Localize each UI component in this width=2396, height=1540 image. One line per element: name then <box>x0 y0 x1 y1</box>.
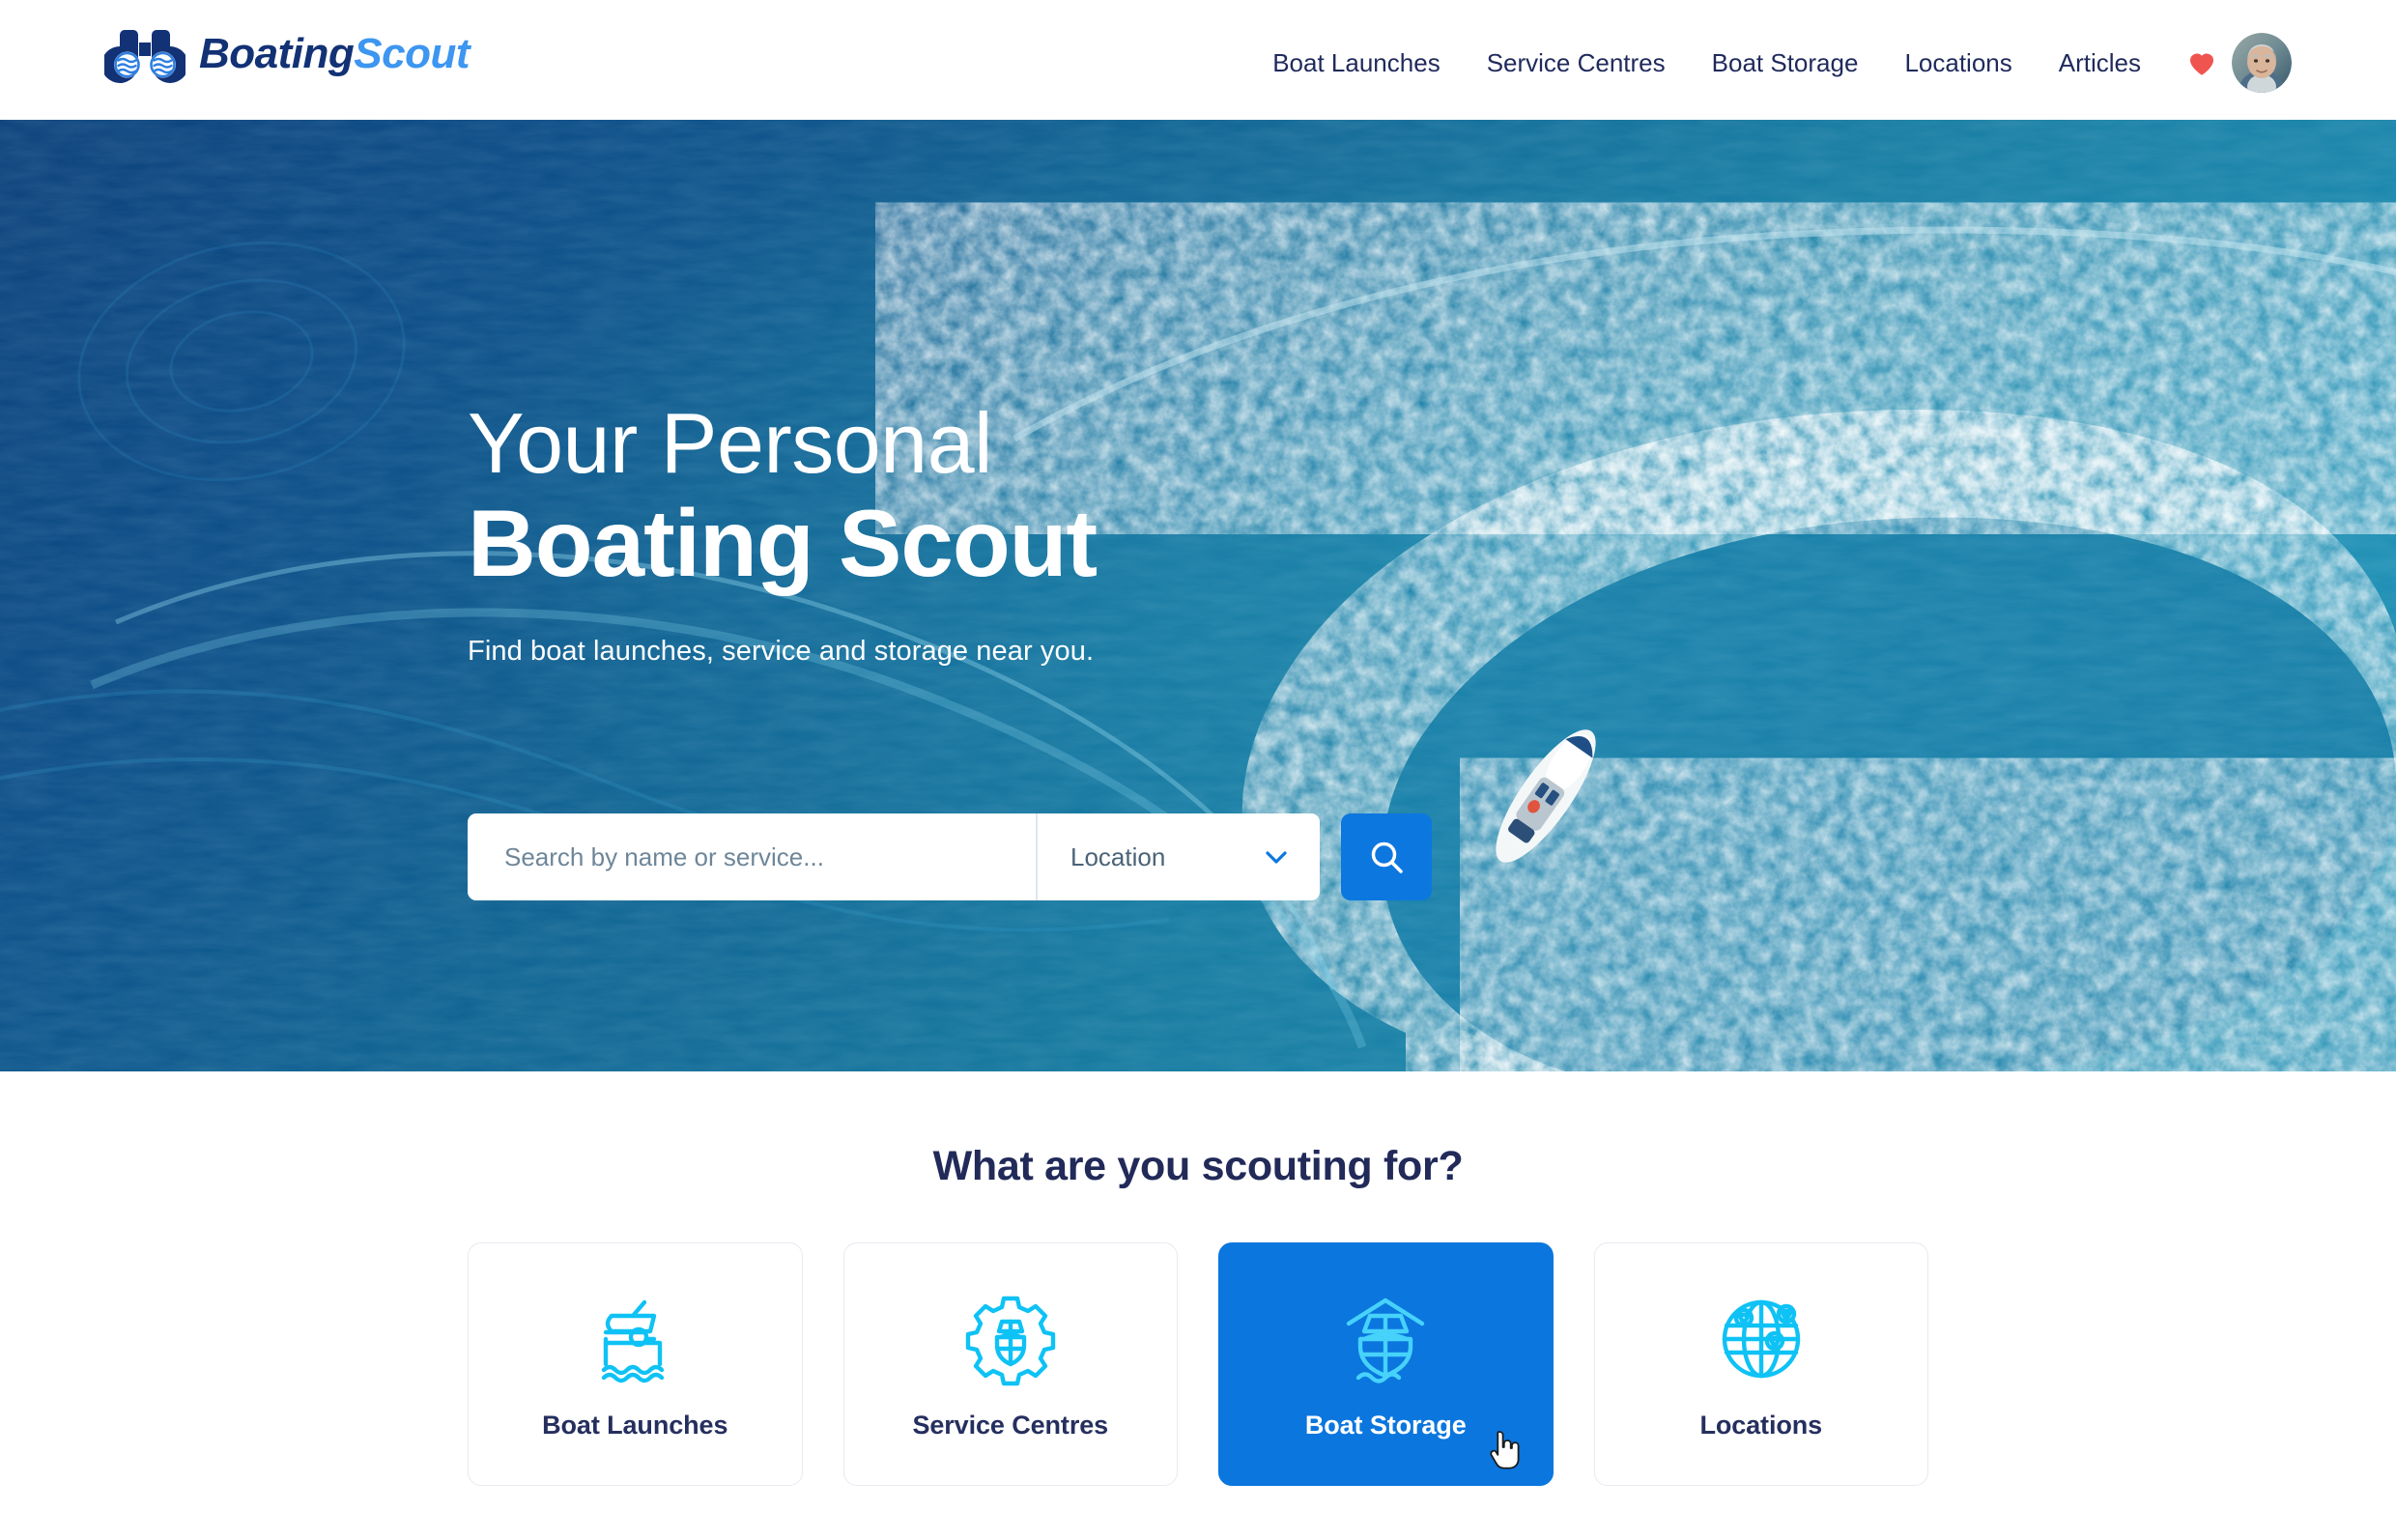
search-icon <box>1371 841 1403 873</box>
heart-icon[interactable] <box>2185 46 2218 79</box>
category-card-label: Locations <box>1699 1410 1823 1440</box>
brand-word-part1: Boating <box>199 30 355 77</box>
hero-subtitle: Find boat launches, service and storage … <box>468 635 1095 667</box>
category-card-label: Boat Storage <box>1304 1410 1467 1440</box>
category-card-label: Service Centres <box>912 1410 1109 1440</box>
brand-wordmark: BoatingScout <box>199 33 470 75</box>
brand-word-part2: Scout <box>354 30 470 77</box>
location-dropdown[interactable]: Location <box>1038 813 1320 900</box>
main-navigation: Boat Launches Service Centres Boat Stora… <box>1249 33 2292 93</box>
nav-item-articles[interactable]: Articles <box>2036 36 2164 90</box>
nav-item-service-centres[interactable]: Service Centres <box>1464 36 1689 90</box>
boat-ramp-icon <box>602 1299 665 1383</box>
category-card-row: Boat Launches Service Centres Boat Stora… <box>468 1242 1928 1486</box>
globe-pins-icon <box>1722 1299 1800 1378</box>
avatar-image <box>2232 33 2292 93</box>
search-submit-button[interactable] <box>1341 813 1432 900</box>
category-card-boat-storage[interactable]: Boat Storage <box>1218 1242 1554 1486</box>
nav-item-locations[interactable]: Locations <box>1881 36 2035 90</box>
hero-text-block: Your Personal Boating Scout Find boat la… <box>468 400 1820 668</box>
category-card-label: Boat Launches <box>542 1410 728 1440</box>
hero-title-line2: Boating Scout <box>468 489 1098 596</box>
search-input[interactable] <box>468 813 1036 900</box>
nav-item-boat-storage[interactable]: Boat Storage <box>1689 36 1882 90</box>
binoculars-icon <box>104 30 185 83</box>
hero-search-bar: Location <box>468 813 1432 900</box>
category-card-service-centres[interactable]: Service Centres <box>842 1242 1178 1486</box>
avatar[interactable] <box>2232 33 2292 93</box>
hero-title-line1: Your Personal <box>468 395 993 491</box>
nav-item-boat-launches[interactable]: Boat Launches <box>1249 36 1463 90</box>
boat-shelter-icon <box>1347 1298 1425 1383</box>
gear-boat-icon <box>965 1296 1055 1385</box>
search-field-group: Location <box>468 813 1320 900</box>
categories-title: What are you scouting for? <box>932 1143 1464 1189</box>
hero-section: Your Personal Boating Scout Find boat la… <box>0 120 2396 1071</box>
site-header: BoatingScout Boat Launches Service Centr… <box>0 0 2396 120</box>
location-dropdown-label: Location <box>1070 841 1166 871</box>
category-card-boat-launches[interactable]: Boat Launches <box>468 1242 803 1486</box>
category-card-locations[interactable]: Locations <box>1593 1242 1928 1486</box>
brand-logo[interactable]: BoatingScout <box>104 25 470 83</box>
chevron-down-icon <box>1266 850 1287 864</box>
